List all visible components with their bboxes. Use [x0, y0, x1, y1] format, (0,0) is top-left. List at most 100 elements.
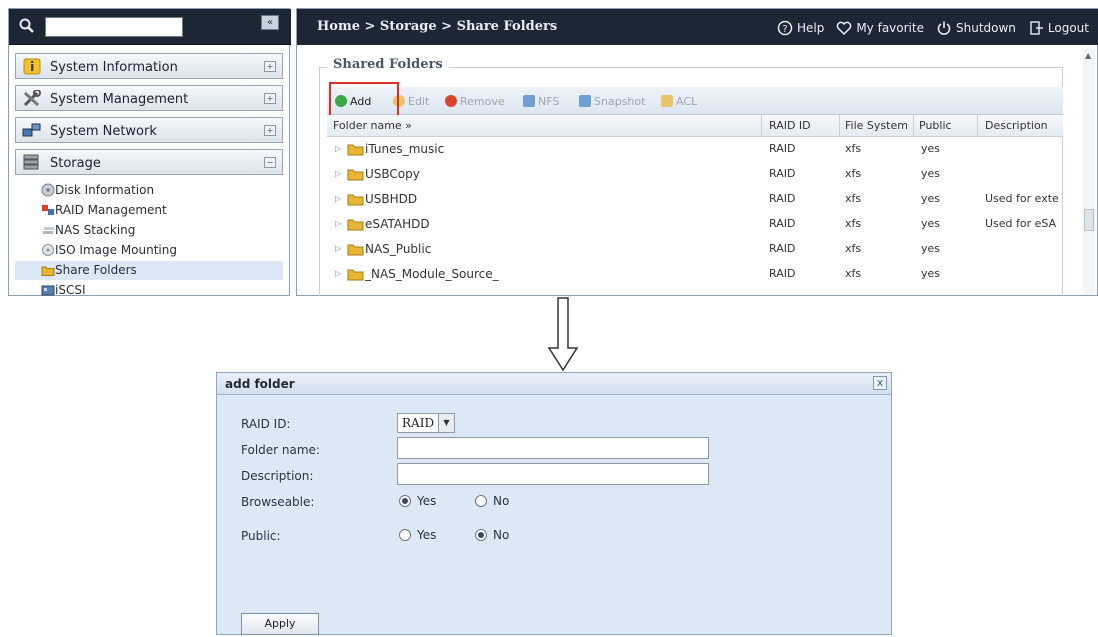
folder-name: iTunes_music — [365, 142, 445, 156]
radio-unchecked-icon — [475, 495, 487, 507]
collapse-sidebar-button[interactable]: « — [261, 15, 279, 30]
folder-icon — [347, 169, 364, 181]
public-yes-radio[interactable]: Yes — [399, 528, 436, 542]
network-icon — [22, 123, 41, 137]
expand-icon: + — [264, 61, 276, 72]
sidebar-item-disk-information[interactable]: Disk Information — [15, 181, 283, 200]
top-actions: ? Help My favorite Shutdown Logout — [777, 19, 1089, 37]
column-header-description[interactable]: Description — [985, 119, 1048, 132]
sidebar-section-system-management[interactable]: System Management + — [15, 85, 283, 111]
help-icon: ? — [777, 20, 793, 36]
remove-button[interactable]: Remove — [445, 93, 505, 109]
folder-name-input[interactable] — [397, 437, 709, 459]
chevron-down-icon[interactable]: ▼ — [438, 414, 454, 432]
nfs-icon — [523, 95, 535, 107]
description-input[interactable] — [397, 463, 709, 485]
close-icon[interactable]: x — [873, 376, 887, 390]
snapshot-button[interactable]: Snapshot — [579, 93, 645, 109]
expand-row-icon[interactable]: ▷ — [335, 144, 341, 153]
public-cell: yes — [921, 242, 941, 255]
instruction-figure: « System Information + System Management… — [0, 0, 1098, 637]
dialog-title-bar[interactable]: add folder x — [217, 373, 891, 395]
expand-icon: + — [264, 93, 276, 104]
table-row[interactable]: ▷ eSATAHDD RAID xfs yes Used for eSA — [327, 212, 1063, 237]
expand-row-icon[interactable]: ▷ — [335, 219, 341, 228]
column-header-folder-name[interactable]: Folder name » — [333, 119, 412, 132]
scroll-up-icon[interactable]: ▲ — [1085, 51, 1091, 60]
table-row[interactable]: ▷ _NAS_Module_Source_ RAID xfs yes — [327, 262, 1063, 287]
public-no-radio[interactable]: No — [475, 528, 509, 542]
svg-text:?: ? — [782, 24, 787, 35]
sidebar-item-iso-image-mounting[interactable]: ISO Image Mounting — [15, 241, 283, 260]
column-header-public[interactable]: Public — [919, 119, 952, 132]
folder-icon — [41, 266, 55, 276]
file-system-cell: xfs — [845, 217, 862, 230]
acl-icon — [661, 95, 673, 107]
disk-icon — [41, 183, 55, 197]
logout-label: Logout — [1047, 21, 1089, 35]
radio-label: No — [493, 528, 510, 542]
table-row[interactable]: ▷ USBCopy RAID xfs yes — [327, 162, 1063, 187]
browseable-yes-radio[interactable]: Yes — [399, 494, 436, 508]
sidebar-item-raid-management[interactable]: RAID Management — [15, 201, 283, 220]
table-row[interactable]: ▷ NAS_Public RAID xfs yes — [327, 237, 1063, 262]
folder-icon — [347, 244, 364, 256]
down-arrow-icon — [547, 297, 579, 372]
acl-button[interactable]: ACL — [661, 93, 697, 109]
sidebar-item-label: RAID Management — [55, 203, 167, 217]
sidebar-section-label: System Information — [50, 60, 178, 75]
scrollbar-thumb[interactable] — [1084, 209, 1094, 231]
breadcrumb[interactable]: Home > Storage > Share Folders — [317, 19, 557, 34]
remove-label: Remove — [460, 94, 505, 108]
file-system-cell: xfs — [845, 192, 862, 205]
public-cell: yes — [921, 267, 941, 280]
folder-grid-header: Folder name » RAID ID File System Public… — [327, 115, 1063, 137]
my-favorite-label: My favorite — [856, 21, 924, 35]
search-icon[interactable] — [19, 18, 35, 34]
sidebar-section-storage[interactable]: Storage − — [15, 149, 283, 175]
edit-label: Edit — [408, 94, 430, 108]
shutdown-link[interactable]: Shutdown — [936, 20, 1016, 36]
folder-name: USBCopy — [365, 167, 420, 181]
sidebar-item-label: ISO Image Mounting — [55, 243, 177, 257]
sidebar-item-share-folders[interactable]: Share Folders — [15, 261, 283, 280]
my-favorite-link[interactable]: My favorite — [836, 20, 924, 36]
nfs-button[interactable]: NFS — [523, 93, 559, 109]
power-icon — [937, 21, 951, 35]
expand-row-icon[interactable]: ▷ — [335, 194, 341, 203]
remove-icon — [445, 95, 457, 107]
sidebar-section-system-information[interactable]: System Information + — [15, 53, 283, 79]
stacking-icon — [43, 227, 54, 234]
snapshot-label: Snapshot — [594, 94, 646, 108]
column-header-raid-id[interactable]: RAID ID — [769, 119, 811, 132]
logout-link[interactable]: Logout — [1028, 20, 1089, 36]
expand-row-icon[interactable]: ▷ — [335, 244, 341, 253]
folder-icon — [347, 194, 364, 206]
column-divider — [977, 115, 978, 137]
table-row[interactable]: ▷ USBHDD RAID xfs yes Used for exte — [327, 187, 1063, 212]
folder-name: NAS_Public — [365, 242, 432, 256]
column-header-file-system[interactable]: File System — [845, 119, 908, 132]
add-folder-dialog: add folder x RAID ID: RAID ▼ Folder name… — [216, 372, 892, 635]
sidebar-section-system-network[interactable]: System Network + — [15, 117, 283, 143]
vertical-scrollbar[interactable]: ▲ — [1083, 49, 1095, 295]
expand-row-icon[interactable]: ▷ — [335, 269, 341, 278]
raid-id-cell: RAID — [769, 142, 796, 155]
search-input[interactable] — [45, 17, 183, 37]
table-row[interactable]: ▷ iTunes_music RAID xfs yes — [327, 137, 1063, 162]
sidebar-item-iscsi[interactable]: iSCSI — [15, 281, 283, 296]
folder-icon — [347, 269, 364, 281]
sidebar-search-bar: « — [9, 9, 291, 45]
shutdown-label: Shutdown — [955, 21, 1016, 35]
expand-row-icon[interactable]: ▷ — [335, 169, 341, 178]
folder-name: eSATAHDD — [365, 217, 430, 231]
apply-button[interactable]: Apply — [241, 613, 319, 635]
raid-id-select[interactable]: RAID ▼ — [397, 413, 455, 433]
help-link[interactable]: ? Help — [777, 20, 824, 36]
browseable-no-radio[interactable]: No — [475, 494, 509, 508]
panel-title: Shared Folders — [327, 57, 449, 72]
public-label: Public: — [241, 529, 281, 543]
sidebar-item-nas-stacking[interactable]: NAS Stacking — [15, 221, 283, 240]
radio-label: Yes — [417, 528, 437, 542]
radio-label: No — [493, 494, 510, 508]
